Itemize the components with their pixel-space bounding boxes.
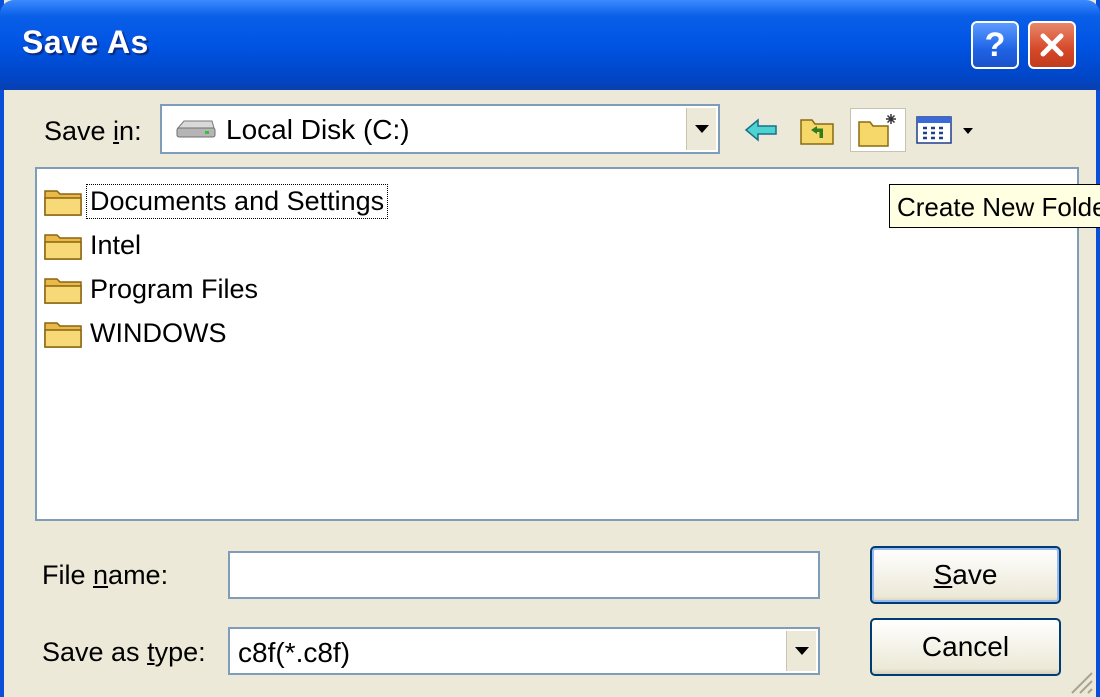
create-new-folder-tooltip: Create New Folder: [889, 184, 1100, 228]
close-button[interactable]: [1028, 21, 1076, 69]
dialog-title: Save As: [22, 24, 149, 60]
file-name-label: Intel: [90, 229, 142, 260]
save-button-label: Save: [933, 559, 998, 590]
file-name-label: Documents and Settings: [85, 183, 389, 219]
chevron-down-icon: [694, 125, 709, 133]
cancel-button[interactable]: Cancel: [870, 618, 1061, 676]
save-in-label: Save in:: [44, 116, 142, 146]
folder-icon: [44, 322, 82, 348]
close-icon: [1040, 33, 1064, 57]
save-as-type-label: Save as type:: [42, 637, 206, 667]
up-one-level-icon: [800, 119, 834, 145]
save-in-dropdown-button[interactable]: [686, 108, 716, 150]
save-in-value: Local Disk (C:): [226, 114, 410, 145]
view-menu-button[interactable]: [912, 108, 982, 152]
list-item-program-files[interactable]: Program Files: [43, 269, 261, 309]
list-item-windows[interactable]: WINDOWS: [43, 313, 229, 353]
folder-icon: [44, 190, 82, 216]
hard-drive-icon: [176, 120, 216, 138]
file-name-input[interactable]: [228, 551, 820, 599]
folder-icon: [44, 234, 82, 260]
help-icon: ?: [984, 26, 1006, 64]
create-new-folder-icon: [858, 114, 896, 147]
chevron-down-icon: [794, 647, 809, 655]
save-as-type-value: c8f(*.c8f): [238, 637, 351, 668]
list-item-intel[interactable]: Intel: [43, 225, 144, 265]
save-as-type-dropdown[interactable]: c8f(*.c8f): [228, 627, 820, 675]
folder-icon: [44, 278, 82, 304]
file-name-label-text: File name:: [42, 560, 169, 590]
save-as-type-dropdown-button[interactable]: [786, 631, 816, 671]
title-bar[interactable]: Save As ?: [0, 0, 1100, 90]
file-name-label: WINDOWS: [90, 317, 227, 348]
list-item-documents-and-settings[interactable]: Documents and Settings: [43, 181, 389, 221]
resize-grip-icon[interactable]: [1064, 665, 1094, 695]
back-arrow-icon: [744, 118, 777, 142]
cancel-button-label: Cancel: [921, 631, 1010, 662]
file-name-label: Program Files: [90, 273, 259, 304]
save-as-dialog: Save As ? Save in: Local Disk (C:) Docum…: [0, 0, 1100, 697]
save-in-dropdown[interactable]: Local Disk (C:): [160, 104, 720, 154]
back-button[interactable]: [739, 108, 783, 152]
up-one-level-button[interactable]: [793, 108, 841, 152]
help-button[interactable]: ?: [971, 21, 1019, 69]
save-button[interactable]: Save: [870, 546, 1061, 604]
create-new-folder-button[interactable]: [850, 108, 906, 152]
view-menu-icon: [916, 116, 973, 144]
